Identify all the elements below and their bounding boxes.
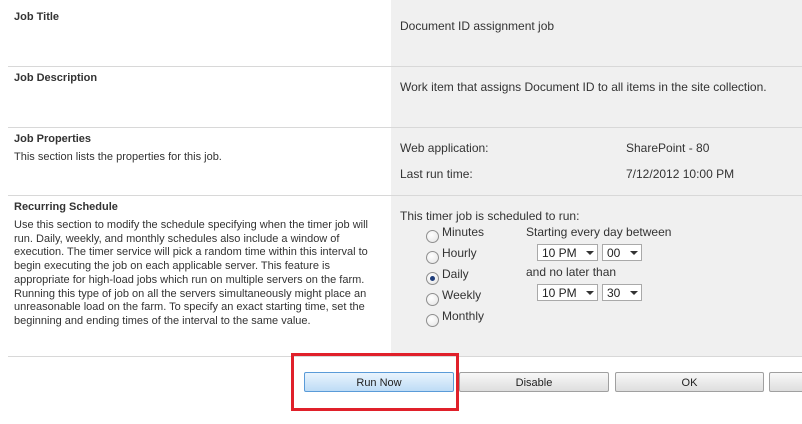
- radio-label-hourly[interactable]: Hourly: [442, 246, 477, 260]
- job-title-row: Job Title Document ID assignment job: [8, 0, 802, 66]
- last-run-time-label: Last run time:: [400, 167, 473, 181]
- start-window-label: Starting every day between: [526, 225, 672, 239]
- radio-label-daily[interactable]: Daily: [442, 267, 469, 281]
- radio-weekly[interactable]: [426, 293, 439, 306]
- chevron-down-icon: [630, 251, 638, 255]
- job-title-value-cell: Document ID assignment job: [391, 0, 802, 66]
- start-minute-value: 00: [607, 246, 621, 260]
- radio-daily[interactable]: [426, 272, 439, 285]
- job-description-value-cell: Work item that assigns Document ID to al…: [391, 67, 802, 127]
- job-properties-value-cell: Web application: SharePoint - 80 Last ru…: [391, 128, 802, 195]
- job-properties-heading: Job Properties: [14, 133, 92, 145]
- end-minute-value: 30: [607, 286, 621, 300]
- highlight-box: [291, 353, 459, 411]
- job-properties-description: This section lists the properties for th…: [14, 151, 222, 163]
- end-minute-select[interactable]: 30: [602, 284, 642, 301]
- chevron-down-icon: [586, 291, 594, 295]
- radio-label-minutes[interactable]: Minutes: [442, 225, 484, 239]
- radio-minutes[interactable]: [426, 230, 439, 243]
- disable-button[interactable]: Disable: [459, 372, 609, 392]
- recurring-schedule-row: Recurring Schedule Use this section to m…: [8, 196, 802, 356]
- radio-label-weekly[interactable]: Weekly: [442, 288, 481, 302]
- recurring-schedule-description: Use this section to modify the schedule …: [14, 219, 369, 327]
- schedule-intro: This timer job is scheduled to run:: [400, 209, 580, 223]
- web-application-value: SharePoint - 80: [626, 141, 710, 155]
- cancel-button[interactable]: [769, 372, 802, 392]
- recurring-schedule-label-cell: Recurring Schedule Use this section to m…: [8, 196, 391, 356]
- radio-label-monthly[interactable]: Monthly: [442, 309, 484, 323]
- last-run-time-value: 7/12/2012 10:00 PM: [626, 167, 735, 181]
- job-title-heading: Job Title: [14, 11, 60, 23]
- job-title-value: Document ID assignment job: [400, 19, 555, 33]
- radio-hourly[interactable]: [426, 251, 439, 264]
- ok-button[interactable]: OK: [615, 372, 764, 392]
- end-window-label: and no later than: [526, 265, 617, 279]
- job-properties-label-cell: Job Properties This section lists the pr…: [8, 128, 391, 195]
- chevron-down-icon: [630, 291, 638, 295]
- recurring-schedule-heading: Recurring Schedule: [14, 201, 118, 213]
- chevron-down-icon: [586, 251, 594, 255]
- job-description-row: Job Description Work item that assigns D…: [8, 67, 802, 127]
- job-description-heading: Job Description: [14, 72, 98, 84]
- job-description-label-cell: Job Description: [8, 67, 391, 127]
- job-properties-row: Job Properties This section lists the pr…: [8, 128, 802, 195]
- web-application-label: Web application:: [400, 141, 489, 155]
- start-hour-select[interactable]: 10 PM: [537, 244, 598, 261]
- start-minute-select[interactable]: 00: [602, 244, 642, 261]
- recurring-schedule-value-cell: This timer job is scheduled to run: Minu…: [391, 196, 802, 356]
- job-title-label-cell: Job Title: [8, 0, 391, 66]
- end-hour-select[interactable]: 10 PM: [537, 284, 598, 301]
- start-hour-value: 10 PM: [542, 246, 577, 260]
- job-description-value: Work item that assigns Document ID to al…: [400, 80, 767, 94]
- radio-monthly[interactable]: [426, 314, 439, 327]
- end-hour-value: 10 PM: [542, 286, 577, 300]
